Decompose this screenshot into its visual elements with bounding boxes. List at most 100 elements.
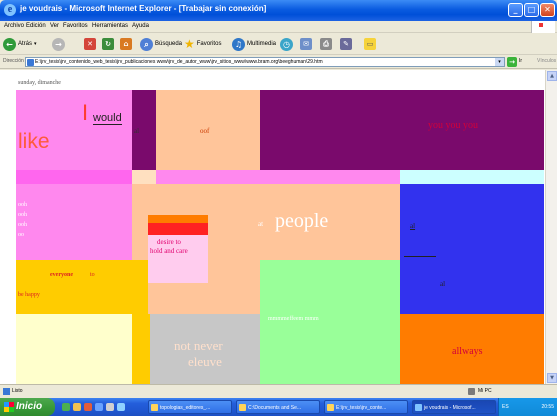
task-app-icon [151, 404, 158, 411]
ooh-line-4: oo [18, 232, 24, 238]
print-button[interactable]: ⎙ [320, 37, 332, 51]
go-label[interactable]: Ir [519, 58, 522, 64]
favorites-label: Favoritos [196, 41, 222, 47]
search-button[interactable]: ⌕ Búsqueda [140, 37, 182, 51]
page-status-icon [3, 388, 10, 395]
back-label: Atrás [18, 41, 33, 47]
cream-block [16, 314, 132, 384]
cream-strip [132, 170, 156, 184]
ie-logo-icon: e [4, 4, 16, 16]
page-content: sunday, dimanche I would like al oof you… [0, 70, 545, 384]
task-label: E:\jrv_tesis\jrv_conte... [336, 405, 387, 411]
quicklaunch-ie-icon[interactable] [95, 403, 103, 411]
menu-ver[interactable]: Ver [50, 23, 59, 29]
title-bar[interactable]: e je voudrais - Microsoft Internet Explo… [0, 0, 557, 21]
task-jrv-tesis[interactable]: E:\jrv_tesis\jrv_conte... [324, 400, 408, 414]
blue-block [400, 184, 544, 314]
edit-button[interactable]: ✎ [340, 37, 352, 51]
ooh-line-3: ooh [18, 222, 27, 228]
stop-icon: ✕ [84, 38, 96, 50]
refresh-button[interactable]: ↻ [102, 37, 114, 51]
messenger-button[interactable]: ▭ [364, 37, 376, 51]
system-tray: ES 20:55 [498, 398, 557, 416]
allways-text: allways [452, 346, 483, 357]
aqua-strip [400, 170, 544, 184]
search-icon: ⌕ [140, 37, 153, 51]
windows-flag-icon [531, 21, 555, 33]
menu-edicion[interactable]: Edición [26, 23, 46, 29]
menu-archivo[interactable]: Archivo [4, 23, 24, 29]
task-documents[interactable]: C:\Documents and Se... [236, 400, 320, 414]
task-folder-icon [327, 404, 334, 411]
task-label: je voudrais - Microsof... [424, 405, 476, 411]
status-text: Listo [12, 388, 23, 394]
go-button[interactable]: → [507, 57, 517, 67]
history-icon: ◷ [280, 37, 293, 51]
mail-button[interactable]: ✉ [300, 37, 312, 51]
small-text-a: al [134, 127, 140, 135]
search-label: Búsqueda [155, 41, 183, 47]
maximize-button[interactable]: □ [524, 3, 539, 17]
address-input[interactable]: E:\jrv_tesis\jrv_contenido_web_tesis\jrv… [25, 57, 505, 67]
back-button[interactable]: ← Atrás ▾ [3, 37, 37, 51]
stop-button[interactable]: ✕ [84, 37, 96, 51]
menu-bar: Archivo Edición Ver Favoritos Herramient… [0, 21, 557, 33]
pink-strip-center [156, 170, 400, 184]
language-indicator[interactable]: ES [502, 404, 509, 410]
everyone-suffix: to [90, 272, 95, 278]
menu-ayuda[interactable]: Ayuda [132, 23, 149, 29]
clock[interactable]: 20:55 [541, 404, 554, 410]
multimedia-label: Multimedia [247, 41, 277, 47]
task-label: topologias_editores_... [160, 405, 211, 411]
task-topologias[interactable]: topologias_editores_... [148, 400, 232, 414]
menu-herramientas[interactable]: Herramientas [92, 23, 128, 29]
task-folder-icon [239, 404, 246, 411]
never-line-1: not never [174, 338, 223, 353]
green-block [260, 260, 400, 384]
scroll-up-icon[interactable]: ▲ [547, 71, 557, 81]
browser-window: e je voudrais - Microsoft Internet Explo… [0, 0, 557, 416]
like-text: like [18, 130, 50, 153]
menu-favoritos[interactable]: Favoritos [63, 23, 88, 29]
computer-icon [468, 388, 475, 395]
multimedia-button[interactable]: ♫ Multimedia [232, 37, 276, 51]
forward-button[interactable]: → [52, 37, 65, 51]
page-icon [27, 59, 34, 66]
pink-strip [16, 170, 132, 184]
address-label: Dirección [3, 58, 24, 64]
home-button[interactable]: ⌂ [120, 37, 132, 51]
address-dropdown-icon[interactable]: ▾ [495, 58, 504, 66]
quicklaunch-media-icon[interactable] [84, 403, 92, 411]
multimedia-icon: ♫ [232, 37, 245, 51]
quicklaunch-mail-icon[interactable] [106, 403, 114, 411]
mess-line: mmmmeffeem mmm [268, 316, 319, 322]
ooh-line-1: ooh [18, 202, 27, 208]
close-button[interactable]: ✕ [540, 3, 555, 17]
top-text: sunday, dimanche [18, 80, 61, 86]
people-text: people [275, 210, 329, 232]
task-je-voudrais[interactable]: je voudrais - Microsof... [412, 400, 496, 414]
gold-block [16, 260, 148, 314]
divider-line [404, 256, 436, 257]
favorites-button[interactable]: ★ Favoritos [184, 37, 221, 51]
toolbar: ← Atrás ▾ → ✕ ↻ ⌂ ⌕ Búsqueda ★ Favoritos… [0, 33, 557, 55]
minimize-button[interactable]: _ [508, 3, 523, 17]
you-you-you-text: you you you [428, 120, 478, 131]
scroll-down-icon[interactable]: ▼ [547, 373, 557, 383]
quicklaunch-explorer-icon[interactable] [73, 403, 81, 411]
gold-strip [132, 314, 150, 384]
start-button[interactable]: Inicio [0, 398, 55, 416]
vertical-scrollbar[interactable]: ▲ ▼ [545, 70, 557, 384]
quicklaunch-desktop-icon[interactable] [62, 403, 70, 411]
ooh-line-2: ooh [18, 212, 27, 218]
home-icon: ⌂ [120, 38, 132, 50]
history-button[interactable]: ◷ [280, 37, 293, 51]
links-label[interactable]: Vínculos [537, 58, 556, 64]
windows-logo-icon [4, 402, 14, 412]
taskbar: Inicio topologias_editores_... C:\Docume… [0, 398, 557, 416]
quicklaunch-other-icon[interactable] [117, 403, 125, 411]
zone-text: Mi PC [478, 388, 492, 394]
print-icon: ⎙ [320, 38, 332, 50]
chevron-down-icon: ▾ [34, 41, 37, 47]
would-text: would [93, 112, 122, 125]
